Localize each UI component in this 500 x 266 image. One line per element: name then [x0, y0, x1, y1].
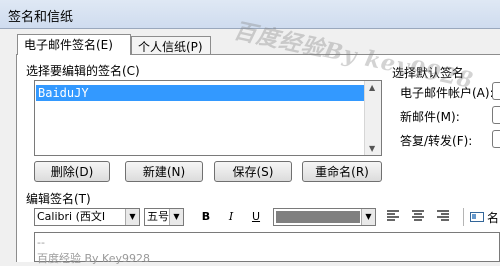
font-size-value: 五号: [147, 210, 169, 223]
save-button[interactable]: 保存(S): [214, 161, 292, 182]
delete-button[interactable]: 删除(D): [34, 161, 110, 182]
scroll-down-icon[interactable]: ▼: [369, 144, 375, 153]
signature-list-label: 选择要编辑的签名(C): [26, 64, 140, 78]
color-swatch: [276, 211, 360, 223]
new-messages-select[interactable]: [492, 106, 500, 124]
toolbar-divider: [463, 208, 464, 226]
signature-listbox[interactable]: BaiduJY ▲ ▼: [34, 80, 382, 156]
email-account-select[interactable]: [492, 82, 500, 100]
signature-editor[interactable]: -- 百度经验 By Key9928: [34, 232, 500, 265]
scroll-up-icon[interactable]: ▲: [369, 83, 375, 92]
business-card-button[interactable]: 名: [470, 208, 500, 226]
chevron-down-icon[interactable]: ▼: [169, 209, 183, 225]
reply-forward-label: 答复/转发(F):: [400, 134, 473, 148]
reply-forward-select[interactable]: [492, 130, 500, 148]
chevron-down-icon[interactable]: ▼: [125, 209, 139, 225]
tab-personal-stationery[interactable]: 个人信纸(P): [131, 36, 211, 54]
font-size-select[interactable]: 五号 ▼: [144, 208, 184, 226]
business-card-icon: [470, 212, 484, 222]
align-right-icon[interactable]: [437, 210, 449, 222]
tab-email-signature[interactable]: 电子邮件签名(E): [17, 34, 131, 55]
font-select[interactable]: Calibri (西文I ▼: [34, 208, 140, 226]
new-messages-label: 新邮件(M):: [400, 110, 460, 124]
font-select-value: Calibri (西文I: [37, 210, 106, 223]
new-button[interactable]: 新建(N): [125, 161, 203, 182]
editor-line: 百度经验 By Key9928: [37, 252, 150, 265]
chevron-down-icon[interactable]: ▼: [361, 209, 375, 225]
rename-button[interactable]: 重命名(R): [302, 161, 382, 182]
list-item[interactable]: BaiduJY: [36, 85, 364, 101]
italic-button[interactable]: I: [222, 208, 240, 226]
editor-line: --: [37, 236, 45, 249]
business-card-label: 名: [487, 210, 500, 225]
bold-button[interactable]: B: [197, 208, 215, 226]
edit-signature-label: 编辑签名(T): [26, 192, 91, 206]
window-title: 签名和信纸: [8, 10, 74, 25]
underline-button[interactable]: U: [247, 208, 265, 226]
font-color-select[interactable]: ▼: [273, 208, 376, 226]
align-center-icon[interactable]: [412, 210, 424, 222]
listbox-scrollbar[interactable]: ▲ ▼: [364, 81, 381, 155]
align-left-icon[interactable]: [387, 210, 399, 222]
